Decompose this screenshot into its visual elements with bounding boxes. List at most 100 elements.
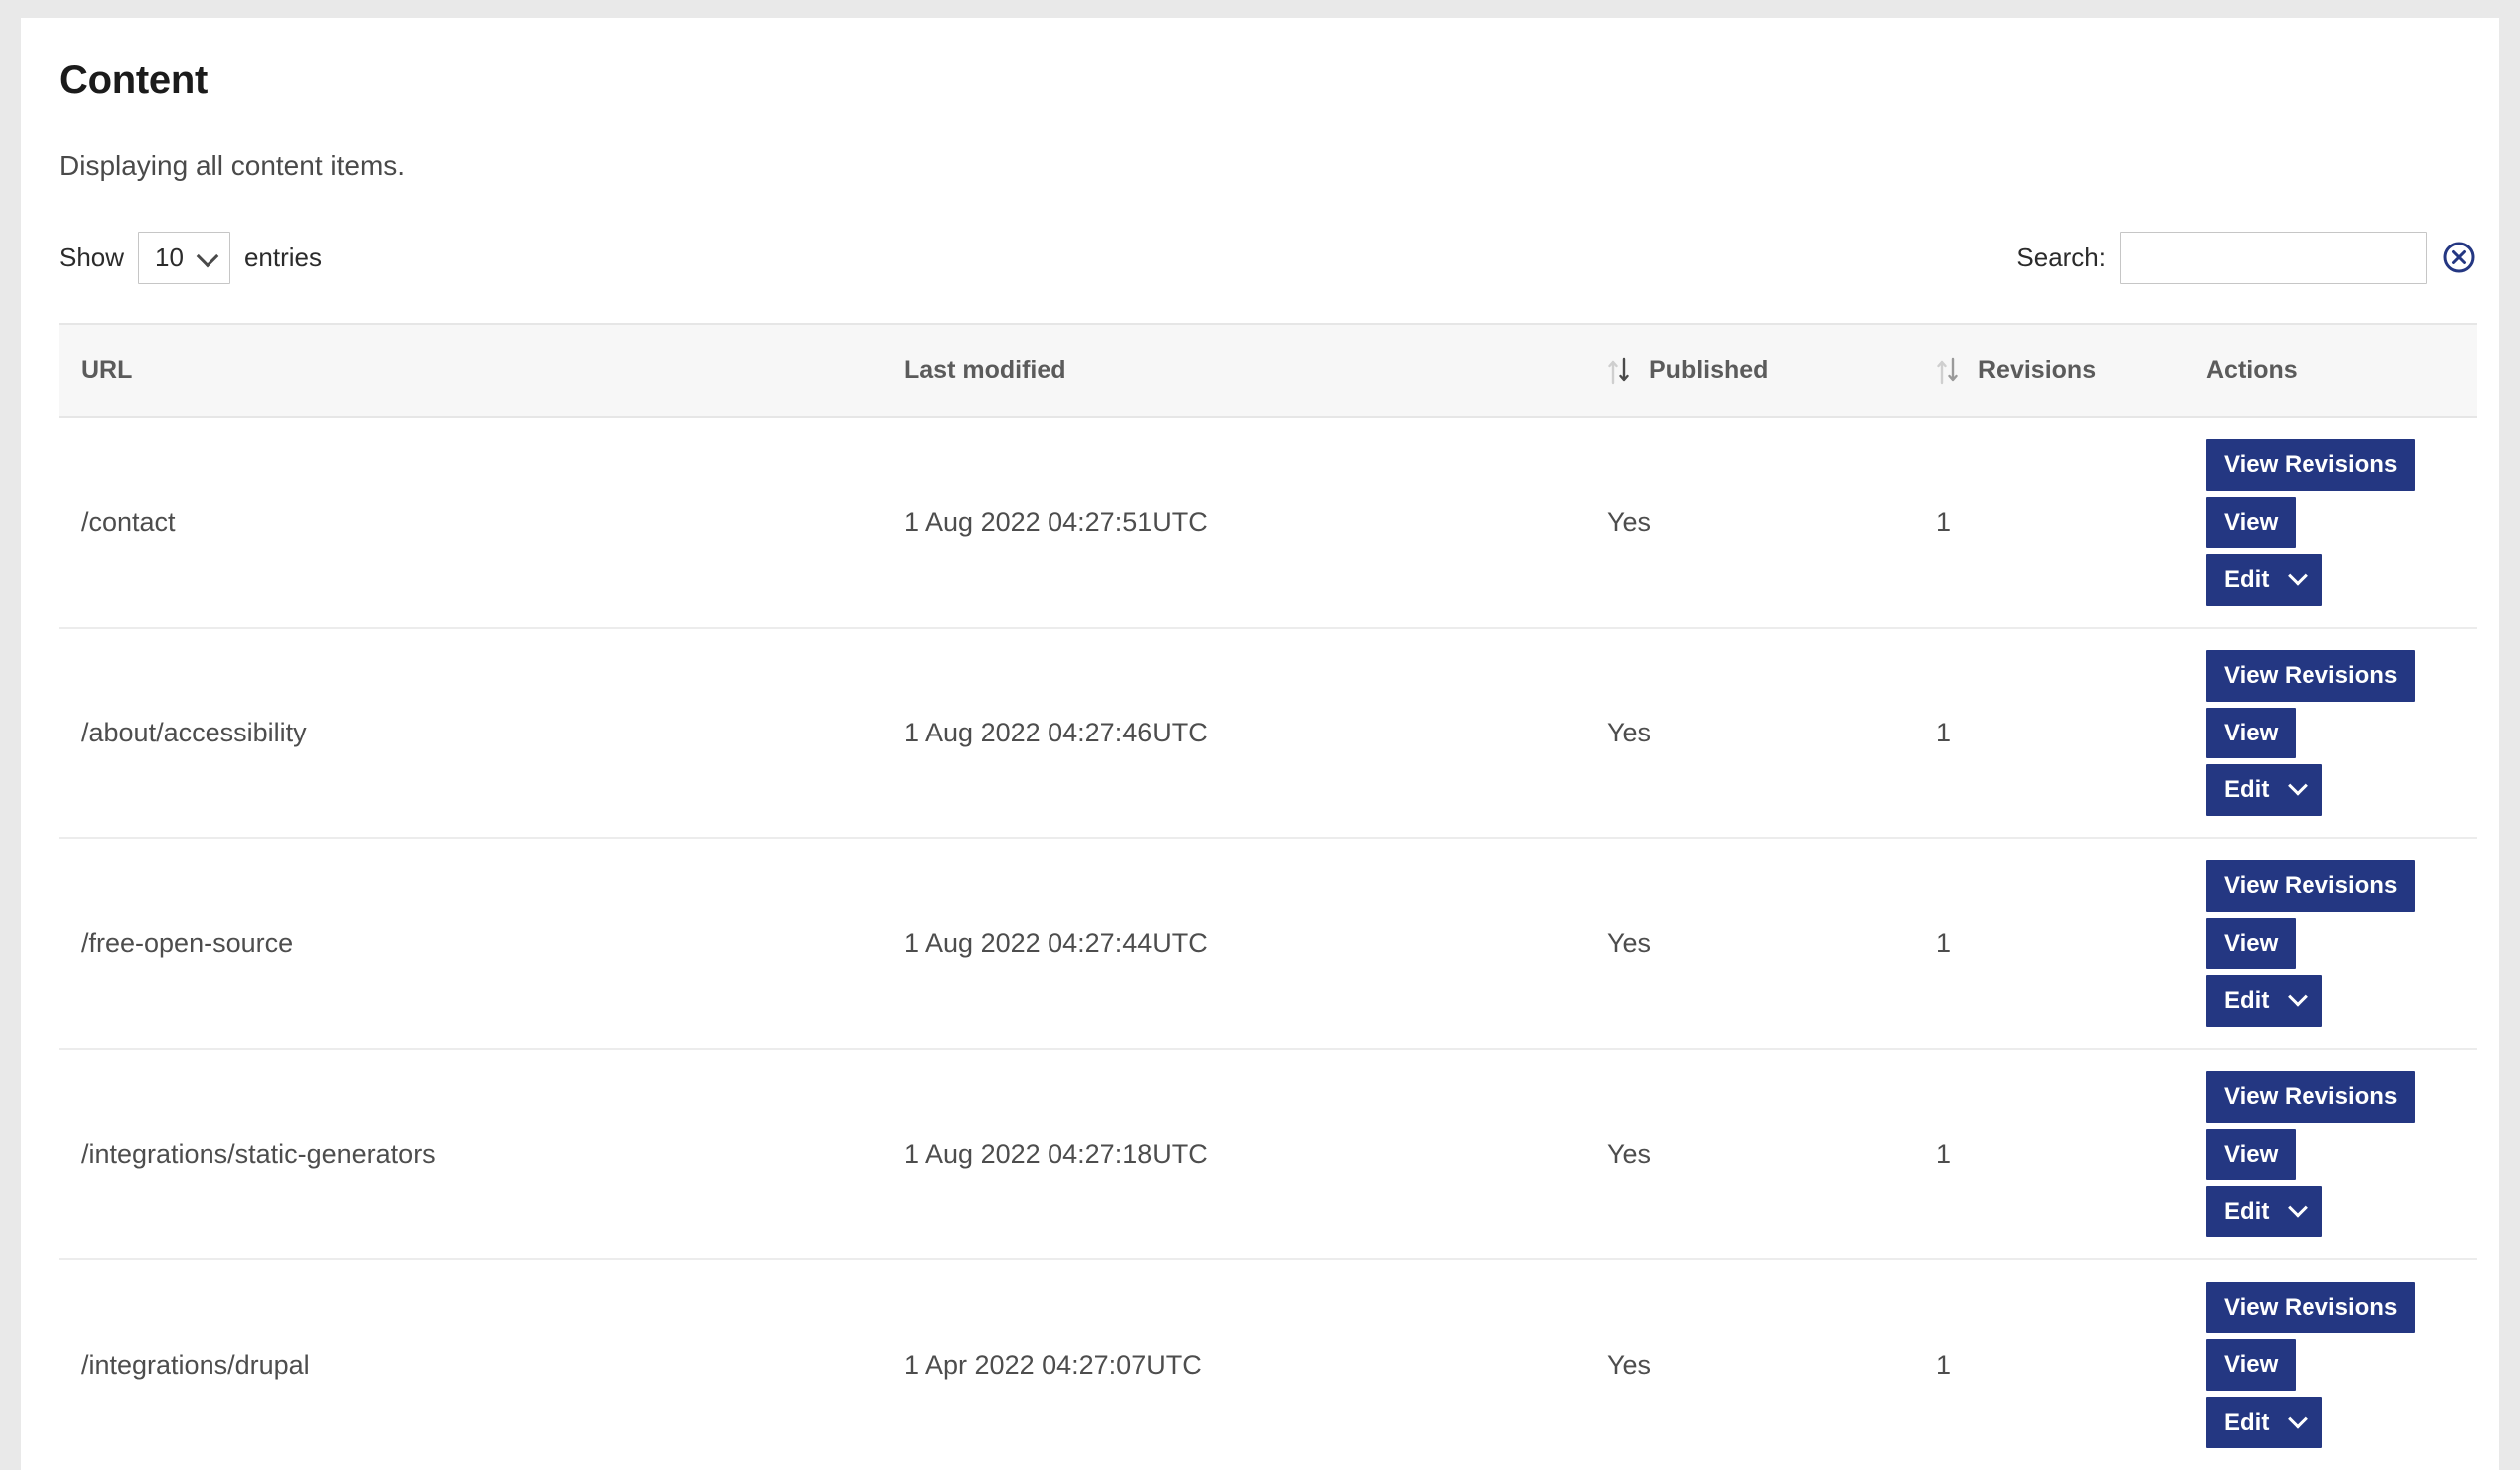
entries-per-page-select[interactable]: 10 (138, 231, 230, 284)
sort-updown-icon (1607, 357, 1633, 385)
cell-last-modified-text: 1 Aug 2022 04:27:51UTC (904, 507, 1208, 537)
cell-published: Yes (1585, 628, 1914, 839)
cell-revisions-text: 1 (1936, 1139, 1952, 1169)
view-revisions-button[interactable]: View Revisions (2206, 650, 2416, 702)
cell-url-text: /about/accessibility (81, 718, 307, 747)
page-length-control: Show 10 entries (59, 230, 322, 285)
edit-button[interactable]: Edit (2206, 975, 2323, 1027)
table-controls: Show 10 entries Search: (59, 230, 2477, 285)
cell-url: /integrations/drupal (59, 1259, 882, 1470)
view-revisions-button-label: View Revisions (2224, 872, 2398, 900)
view-revisions-button[interactable]: View Revisions (2206, 1281, 2416, 1334)
view-button-label: View (2224, 929, 2279, 957)
table-head: URL Last modified Published Revisions Ac… (59, 323, 2477, 418)
edit-button-label: Edit (2224, 566, 2270, 594)
view-button[interactable]: View (2206, 707, 2297, 759)
table-row: /integrations/drupal 1 Apr 2022 04:27:07U… (59, 1259, 2477, 1470)
edit-button[interactable]: Edit (2206, 1186, 2323, 1237)
cell-revisions-text: 1 (1936, 718, 1952, 747)
column-header-published[interactable]: Published (1585, 323, 1914, 418)
cell-last-modified: 1 Aug 2022 04:27:46UTC (882, 628, 1585, 839)
view-revisions-button-label: View Revisions (2224, 662, 2398, 690)
edit-button[interactable]: Edit (2206, 554, 2323, 606)
cell-revisions-text: 1 (1936, 1349, 1952, 1380)
view-button-label: View (2224, 1351, 2279, 1379)
chevron-down-icon (2288, 775, 2309, 796)
chevron-down-icon (196, 245, 219, 268)
table-row: /free-open-source 1 Aug 2022 04:27:44UTC Y… (59, 838, 2477, 1050)
cell-last-modified: 1 Aug 2022 04:27:44UTC (882, 838, 1585, 1050)
cell-actions: View Revisions View Edit (2184, 1259, 2477, 1470)
cell-url-text: /contact (81, 507, 176, 537)
clear-search-button[interactable] (2441, 240, 2477, 275)
cell-published-text: Yes (1607, 507, 1652, 537)
cell-url: /about/accessibility (59, 628, 882, 839)
cell-actions: View Revisions View Edit (2184, 628, 2477, 839)
view-button[interactable]: View (2206, 496, 2297, 549)
row-actions: View Revisions View Edit (2184, 860, 2477, 1027)
row-actions: View Revisions View Edit (2184, 650, 2477, 816)
search-control: Search: (2016, 230, 2477, 285)
sort-updown-icon (1936, 357, 1962, 385)
cell-revisions: 1 (1914, 628, 2184, 839)
row-actions: View Revisions View Edit (2184, 439, 2477, 606)
cell-url-text: /free-open-source (81, 928, 294, 958)
chevron-down-icon (2288, 986, 2309, 1007)
column-header-actions-label: Actions (2206, 356, 2298, 384)
view-button-label: View (2224, 1140, 2279, 1168)
entries-per-page-value: 10 (155, 243, 184, 272)
column-header-last-modified[interactable]: Last modified (882, 323, 1585, 418)
show-label: Show (59, 242, 125, 272)
view-revisions-button[interactable]: View Revisions (2206, 439, 2416, 491)
edit-button[interactable]: Edit (2206, 764, 2323, 816)
chevron-down-icon (2288, 1197, 2309, 1218)
cell-url-text: /integrations/static-generators (81, 1139, 436, 1169)
cell-revisions-text: 1 (1936, 507, 1952, 537)
view-revisions-button[interactable]: View Revisions (2206, 1071, 2416, 1123)
column-header-revisions[interactable]: Revisions (1914, 323, 2184, 418)
row-actions: View Revisions View Edit (2184, 1281, 2477, 1449)
page-title: Content (59, 58, 208, 102)
view-revisions-button-label: View Revisions (2224, 1293, 2398, 1321)
edit-button-label: Edit (2224, 1408, 2270, 1436)
page-subtitle: Displaying all content items. (59, 150, 406, 181)
cell-revisions: 1 (1914, 1259, 2184, 1470)
cell-last-modified-text: 1 Apr 2022 04:27:07UTC (904, 1349, 1202, 1380)
edit-button-label: Edit (2224, 1198, 2270, 1225)
table-row: /about/accessibility 1 Aug 2022 04:27:46U… (59, 628, 2477, 839)
edit-button[interactable]: Edit (2206, 1396, 2323, 1449)
column-header-published-label: Published (1649, 356, 1769, 384)
entries-label: entries (243, 242, 323, 272)
view-revisions-button-label: View Revisions (2224, 451, 2398, 479)
search-label: Search: (2016, 242, 2106, 272)
table-row: /integrations/static-generators 1 Aug 202… (59, 1049, 2477, 1260)
cell-actions: View Revisions View Edit (2184, 838, 2477, 1050)
view-revisions-button[interactable]: View Revisions (2206, 860, 2416, 912)
table-header-row: URL Last modified Published Revisions Ac… (59, 323, 2477, 418)
content-card: Content Displaying all content items. Sh… (21, 18, 2499, 1470)
cell-actions: View Revisions View Edit (2184, 417, 2477, 629)
cell-last-modified-text: 1 Aug 2022 04:27:18UTC (904, 1139, 1208, 1169)
view-button[interactable]: View (2206, 917, 2297, 970)
row-actions: View Revisions View Edit (2184, 1071, 2477, 1237)
view-button[interactable]: View (2206, 1128, 2297, 1181)
view-button-label: View (2224, 719, 2279, 746)
cell-last-modified: 1 Apr 2022 04:27:07UTC (882, 1259, 1585, 1470)
view-button-label: View (2224, 508, 2279, 536)
cell-revisions-text: 1 (1936, 928, 1952, 958)
cell-last-modified-text: 1 Aug 2022 04:27:46UTC (904, 718, 1208, 747)
table-row: /contact 1 Aug 2022 04:27:51UTC Yes 1 View R… (59, 417, 2477, 629)
view-button[interactable]: View (2206, 1339, 2297, 1391)
cell-revisions: 1 (1914, 1049, 2184, 1260)
cell-published-text: Yes (1607, 1139, 1652, 1169)
cell-revisions: 1 (1914, 417, 2184, 629)
cell-last-modified: 1 Aug 2022 04:27:18UTC (882, 1049, 1585, 1260)
view-revisions-button-label: View Revisions (2224, 1083, 2398, 1111)
cell-revisions: 1 (1914, 838, 2184, 1050)
search-input[interactable] (2120, 231, 2427, 284)
cell-published: Yes (1585, 1049, 1914, 1260)
cell-published-text: Yes (1607, 718, 1652, 747)
column-header-url[interactable]: URL (59, 323, 882, 418)
table-body: /contact 1 Aug 2022 04:27:51UTC Yes 1 View R… (59, 417, 2477, 1470)
cell-url-text: /integrations/drupal (81, 1349, 310, 1380)
